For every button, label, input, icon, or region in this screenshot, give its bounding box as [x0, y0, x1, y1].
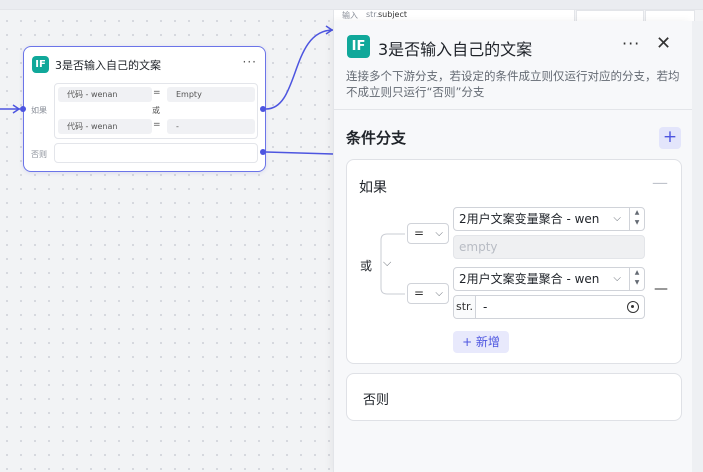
- node-cond2-left: 代码 - wenan: [58, 119, 152, 134]
- chevron-down-icon: ⌵: [613, 213, 621, 224]
- node-or-label: 或: [152, 106, 160, 115]
- else-branch-edge: [265, 151, 334, 155]
- else-output-port[interactable]: [260, 149, 266, 155]
- stepper-icon: ▲ ▼: [629, 268, 644, 290]
- logic-operator-label[interactable]: 或: [360, 257, 372, 274]
- if-branch-card: 如果 — 或 ⌵ = ⌵ 2用户文案变量聚合 - wen ⌵ ▲ ▼ empty =…: [346, 159, 682, 364]
- node-cond2-op: =: [153, 120, 161, 130]
- condition1-operator-select[interactable]: = ⌵: [407, 223, 449, 244]
- if-card-title: 如果: [359, 180, 387, 196]
- panel-title[interactable]: 3是否输入自己的文案: [378, 36, 532, 60]
- condition2-value: -: [483, 300, 488, 314]
- if-output-port[interactable]: [260, 106, 266, 112]
- chevron-down-icon[interactable]: ⌵: [383, 256, 391, 270]
- node-condition-group: 代码 - wenan = Empty 或 代码 - wenan = -: [54, 83, 258, 139]
- subject-field: subject: [378, 10, 407, 19]
- add-branch-button[interactable]: +: [659, 127, 681, 149]
- more-icon[interactable]: ···: [622, 34, 640, 53]
- else-card-title: 否则: [363, 393, 390, 408]
- close-icon[interactable]: ✕: [656, 33, 671, 54]
- if-node[interactable]: IF 3是否输入自己的文案 ··· 如果 否则 代码 - wenan = Emp…: [20, 46, 266, 172]
- condition1-value-input[interactable]: empty: [453, 235, 645, 259]
- str-tag: str.: [366, 10, 379, 19]
- chevron-down-icon: ⌵: [435, 228, 443, 239]
- logic-bracket: [380, 233, 405, 295]
- add-condition-button[interactable]: + 新增: [453, 331, 509, 353]
- condition2-variable-select[interactable]: 2用户文案变量聚合 - wen ⌵ ▲ ▼: [453, 267, 645, 291]
- stepper-icon: ▲ ▼: [629, 208, 644, 230]
- node-cond1-right: Empty: [167, 87, 255, 102]
- value-type-tag[interactable]: str.: [454, 296, 476, 318]
- variable-reference-icon[interactable]: [627, 301, 639, 313]
- node-cond1-op: =: [153, 88, 161, 98]
- node-more-icon[interactable]: ···: [243, 55, 257, 69]
- input-label: 输入: [342, 11, 358, 20]
- panel-header: IF 3是否输入自己的文案 ··· ✕ 连接多个下游分支，若设定的条件成立则仅运…: [334, 21, 693, 110]
- condition2-value-input[interactable]: str. -: [453, 295, 645, 319]
- side-scrollbar[interactable]: [692, 21, 703, 472]
- if-node-icon: IF: [32, 56, 49, 73]
- chevron-down-icon: ⌵: [435, 288, 443, 299]
- if-panel-icon: IF: [347, 35, 370, 58]
- condition1-variable-select[interactable]: 2用户文案变量聚合 - wen ⌵ ▲ ▼: [453, 207, 645, 231]
- condition2-operator-select[interactable]: = ⌵: [407, 283, 449, 304]
- section-title: 条件分支: [346, 129, 407, 147]
- input-port[interactable]: [20, 106, 26, 112]
- else-branch-card: 否则: [346, 373, 682, 421]
- chevron-down-icon: ⌵: [613, 273, 621, 284]
- node-title: 3是否输入自己的文案: [55, 58, 161, 72]
- remove-branch-icon[interactable]: —: [652, 173, 668, 192]
- remove-condition-icon[interactable]: —: [654, 281, 668, 297]
- panel-description: 连接多个下游分支，若设定的条件成立则仅运行对应的分支，若均不成立则只运行“否则”…: [346, 69, 680, 99]
- if-branch-edge: [265, 29, 334, 110]
- node-cond2-right: -: [167, 119, 255, 134]
- node-else-box: [54, 143, 258, 163]
- node-if-label: 如果: [31, 106, 47, 115]
- node-cond1-left: 代码 - wenan: [58, 87, 152, 102]
- node-settings-panel: IF 3是否输入自己的文案 ··· ✕ 连接多个下游分支，若设定的条件成立则仅运…: [333, 21, 693, 472]
- node-else-label: 否则: [31, 150, 47, 159]
